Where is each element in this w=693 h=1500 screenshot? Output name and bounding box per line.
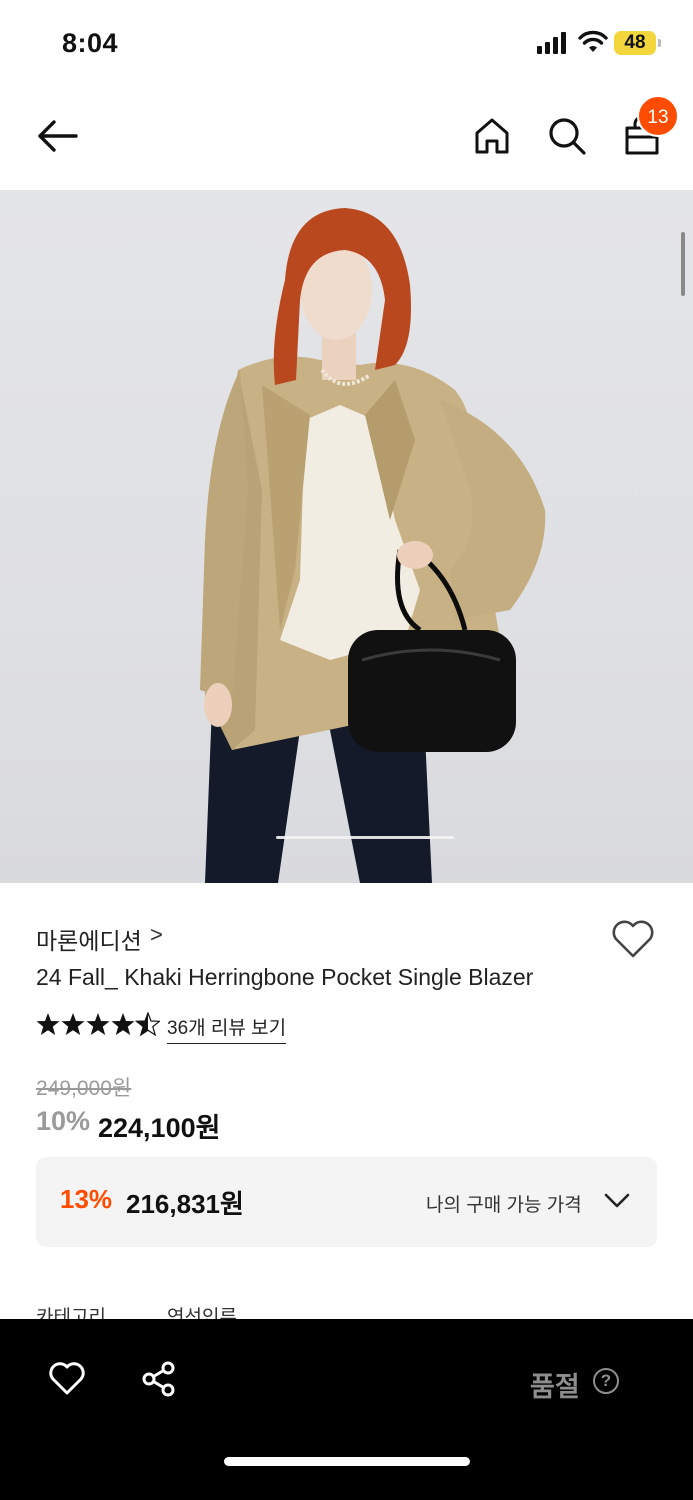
heart-icon[interactable]	[48, 1361, 86, 1397]
home-icon[interactable]	[472, 116, 512, 156]
product-title: 24 Fall_ Khaki Herringbone Pocket Single…	[36, 964, 534, 990]
sold-out-label: 품절	[530, 1372, 580, 1402]
original-price: 249,000원	[36, 1077, 132, 1100]
rating-stars	[36, 1012, 160, 1036]
share-icon[interactable]	[141, 1361, 177, 1397]
brand-link[interactable]: 마론에디션	[36, 922, 142, 956]
chevron-right-icon: >	[150, 922, 163, 947]
heart-icon[interactable]	[610, 918, 656, 960]
model-photo-illustration	[200, 208, 546, 883]
cellular-signal-icon	[537, 32, 566, 54]
review-link[interactable]: 36개 리뷰 보기	[167, 1013, 287, 1044]
chevron-down-icon	[604, 1193, 630, 1208]
scrollbar[interactable]	[681, 232, 685, 296]
cart-count-badge: 13	[637, 95, 679, 137]
status-bar: 8:04 48	[0, 0, 693, 88]
battery-indicator: 48	[614, 31, 661, 55]
discount-rate: 10%	[36, 1106, 91, 1136]
help-icon[interactable]: ?	[593, 1368, 619, 1394]
back-arrow-icon[interactable]	[34, 116, 80, 156]
my-price: 216,831원	[126, 1189, 244, 1219]
my-price-dropdown[interactable]: 13% 216,831원 나의 구매 가능 가격	[36, 1157, 657, 1247]
search-icon[interactable]	[547, 116, 587, 156]
wifi-icon	[578, 30, 608, 52]
top-navigation-bar: 13	[0, 88, 693, 190]
my-discount-rate: 13%	[60, 1184, 113, 1214]
image-pager-indicator	[276, 836, 454, 839]
status-time: 8:04	[62, 28, 119, 58]
product-image[interactable]	[0, 190, 693, 883]
bottom-action-bar: 품절 ?	[0, 1319, 693, 1500]
sale-price: 224,100원	[98, 1113, 221, 1143]
home-indicator[interactable]	[224, 1457, 470, 1466]
my-price-label: 나의 구매 가능 가격	[426, 1195, 582, 1216]
